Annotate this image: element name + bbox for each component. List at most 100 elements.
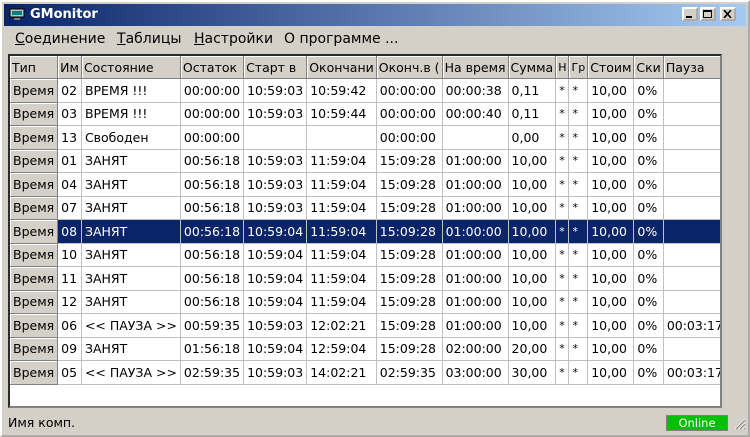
table-cell[interactable]: 13 <box>57 125 82 150</box>
table-cell[interactable]: Время <box>10 266 59 291</box>
column-header[interactable]: Им <box>57 56 82 79</box>
table-row[interactable]: Время 13 Свободен 00:00:00 00:00:00 0,00 * * 10,… <box>10 125 720 150</box>
table-cell[interactable]: * <box>555 337 570 361</box>
table-cell[interactable]: 09 <box>57 337 82 361</box>
table-cell[interactable]: 10,00 <box>508 219 557 244</box>
table-cell[interactable]: 15:09:28 <box>376 149 443 173</box>
table-cell[interactable]: 15:09:28 <box>376 290 443 314</box>
table-cell[interactable]: ЗАНЯТ <box>81 337 181 361</box>
table-cell[interactable]: 07 <box>57 196 82 220</box>
table-cell[interactable]: 02:59:35 <box>180 360 245 385</box>
table-cell[interactable] <box>663 290 720 314</box>
column-header[interactable]: Оконч.в ( <box>376 56 443 79</box>
table-cell[interactable]: Время <box>10 125 59 150</box>
table-cell[interactable]: 01:00:00 <box>442 196 509 220</box>
table-cell[interactable]: Время <box>10 360 59 385</box>
table-cell[interactable] <box>663 243 720 267</box>
table-row[interactable]: Время 05 << ПАУЗА >> 02:59:35 10:59:03 14:02:… <box>10 360 720 385</box>
table-cell[interactable]: 30,00 <box>508 360 557 385</box>
table-cell[interactable] <box>663 196 720 220</box>
close-button[interactable] <box>720 7 736 21</box>
maximize-button[interactable] <box>700 7 716 21</box>
table-cell[interactable]: 0% <box>633 125 664 150</box>
table-cell[interactable]: 00:00:00 <box>376 78 443 103</box>
table-cell[interactable]: * <box>555 196 570 220</box>
table-cell[interactable]: 11:59:04 <box>306 149 377 173</box>
table-cell[interactable]: 10,00 <box>587 219 635 244</box>
column-header[interactable]: Старт в <box>243 56 308 79</box>
table-cell[interactable]: 10:59:03 <box>243 149 308 173</box>
table-cell[interactable]: * <box>568 102 589 126</box>
table-cell[interactable]: 10:59:04 <box>243 243 308 267</box>
table-cell[interactable]: 15:09:28 <box>376 266 443 291</box>
column-header[interactable]: Остаток <box>180 56 245 79</box>
table-cell[interactable] <box>663 219 720 244</box>
table-cell[interactable]: 10,00 <box>587 149 635 173</box>
table-cell[interactable]: * <box>568 243 589 267</box>
table-cell[interactable]: 15:09:28 <box>376 337 443 361</box>
table-cell[interactable]: 00:56:18 <box>180 172 245 197</box>
table-cell[interactable]: 00:03:17 <box>663 313 720 338</box>
table-cell[interactable]: * <box>555 360 570 385</box>
table-cell[interactable]: Время <box>10 149 59 173</box>
table-cell[interactable]: Время <box>10 172 59 197</box>
table-cell[interactable]: 01:56:18 <box>180 337 245 361</box>
table-cell[interactable]: ЗАНЯТ <box>81 172 181 197</box>
table-cell[interactable]: 00:56:18 <box>180 266 245 291</box>
table-cell[interactable]: ЗАНЯТ <box>81 149 181 173</box>
table-cell[interactable]: Время <box>10 313 59 338</box>
table-cell[interactable]: 10,00 <box>587 78 635 103</box>
table-row[interactable]: Время 06 << ПАУЗА >> 00:59:35 10:59:03 12:02:… <box>10 313 720 338</box>
table-cell[interactable]: 11:59:04 <box>306 266 377 291</box>
table-cell[interactable]: 12:59:04 <box>306 337 377 361</box>
table-cell[interactable]: 0% <box>633 313 664 338</box>
column-header[interactable]: Стоим <box>587 56 635 79</box>
table-cell[interactable]: * <box>555 149 570 173</box>
table-cell[interactable]: 0% <box>633 360 664 385</box>
table-cell[interactable]: 0% <box>633 219 664 244</box>
table-cell[interactable]: 02 <box>57 78 82 103</box>
resize-grip-icon[interactable] <box>732 416 746 430</box>
table-cell[interactable]: * <box>555 290 570 314</box>
table-cell[interactable]: 15:09:28 <box>376 313 443 338</box>
table-cell[interactable]: 00:56:18 <box>180 219 245 244</box>
table-cell[interactable]: 10,00 <box>508 149 557 173</box>
table-cell[interactable]: * <box>555 172 570 197</box>
table-cell[interactable]: 10:59:04 <box>243 290 308 314</box>
table-cell[interactable]: * <box>568 125 589 150</box>
table-cell[interactable]: 10,00 <box>587 266 635 291</box>
table-cell[interactable] <box>663 266 720 291</box>
table-cell[interactable]: 20,00 <box>508 337 557 361</box>
minimize-button[interactable] <box>682 7 698 21</box>
table-cell[interactable]: 10:59:04 <box>243 266 308 291</box>
table-cell[interactable]: 10,00 <box>587 102 635 126</box>
table-cell[interactable]: * <box>555 219 570 244</box>
table-cell[interactable]: * <box>555 125 570 150</box>
column-header[interactable]: Пауза <box>663 56 720 79</box>
table-cell[interactable]: 10,00 <box>587 290 635 314</box>
column-header[interactable]: На время <box>442 56 509 79</box>
table-cell[interactable]: 01 <box>57 149 82 173</box>
table-cell[interactable]: 12 <box>57 290 82 314</box>
table-cell[interactable]: ВРЕМЯ !!! <box>81 102 181 126</box>
table-cell[interactable]: 00:00:00 <box>376 102 443 126</box>
table-cell[interactable]: 01:00:00 <box>442 149 509 173</box>
table-cell[interactable]: 02:00:00 <box>442 337 509 361</box>
table-cell[interactable]: 00:59:35 <box>180 313 245 338</box>
table-cell[interactable]: 0% <box>633 172 664 197</box>
table-cell[interactable]: 00:00:00 <box>180 125 245 150</box>
menu-settings[interactable]: Настройки <box>194 31 273 47</box>
column-header[interactable]: Ски <box>633 56 664 79</box>
table-cell[interactable]: 0% <box>633 266 664 291</box>
table-cell[interactable]: 10 <box>57 243 82 267</box>
table-cell[interactable]: 10,00 <box>587 337 635 361</box>
table-cell[interactable]: 00:00:00 <box>376 125 443 150</box>
table-cell[interactable]: 11:59:04 <box>306 196 377 220</box>
table-cell[interactable]: * <box>568 172 589 197</box>
table-cell[interactable]: * <box>555 78 570 103</box>
table-cell[interactable]: 08 <box>57 219 82 244</box>
table-cell[interactable]: 10,00 <box>508 172 557 197</box>
table-cell[interactable]: 10:59:03 <box>243 313 308 338</box>
table-cell[interactable]: 0% <box>633 102 664 126</box>
table-cell[interactable]: 10,00 <box>587 313 635 338</box>
